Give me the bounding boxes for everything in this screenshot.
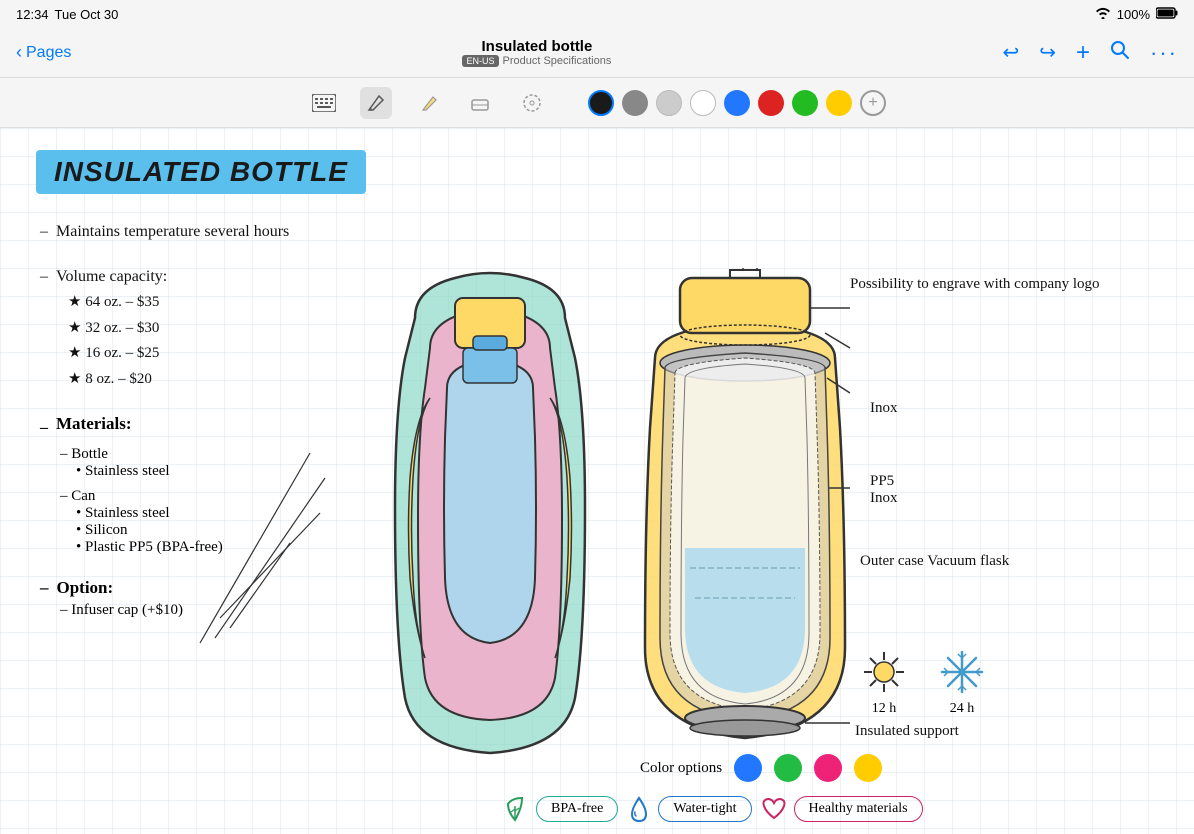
battery-icon — [1156, 7, 1178, 22]
cold-icon-group: 24 h — [938, 648, 986, 717]
lasso-tool[interactable] — [516, 87, 548, 119]
subtitle-text: Product Specifications — [503, 55, 612, 67]
temp-feature: – Maintains temperature several hours — [40, 218, 410, 245]
date: Tue Oct 30 — [55, 7, 119, 22]
lang-badge: EN-US — [462, 55, 498, 67]
status-bar: 12:34 Tue Oct 30 100% — [0, 0, 1194, 28]
color-option-pink[interactable] — [814, 754, 842, 782]
eraser-tool[interactable] — [464, 87, 496, 119]
color-gray[interactable] — [622, 90, 648, 116]
heart-icon — [760, 796, 788, 822]
drop-icon — [626, 794, 652, 824]
leaf-icon — [500, 794, 530, 824]
canvas: INSULATED BOTTLE – Maintains temperature… — [0, 128, 1194, 834]
battery-label: 100% — [1117, 7, 1150, 22]
color-options: Color options — [640, 754, 882, 782]
time: 12:34 — [16, 7, 49, 22]
hot-hours: 12 h — [860, 701, 908, 717]
bpa-label: BPA-free — [551, 801, 603, 817]
hot-icon-group: 12 h — [860, 648, 908, 717]
pp5-label: PP5 — [870, 473, 894, 489]
healthy-label: Healthy materials — [809, 801, 908, 817]
engrave-annotation: Possibility to engrave with company logo — [850, 276, 1100, 293]
materials-title: Materials: — [56, 414, 132, 434]
temp-text: Maintains temperature several hours — [56, 218, 289, 245]
outer-case-annotation: Outer case Vacuum flask — [860, 553, 1009, 570]
cross-section-diagram — [635, 268, 855, 808]
color-option-yellow[interactable] — [854, 754, 882, 782]
inox-mid-label: Inox — [870, 490, 898, 506]
document-subtitle: EN-US Product Specifications — [462, 55, 611, 67]
color-blue[interactable] — [724, 90, 750, 116]
pen-tool[interactable] — [360, 87, 392, 119]
nav-bar: ‹ Pages Insulated bottle EN-US Product S… — [0, 28, 1194, 78]
color-red[interactable] — [758, 90, 784, 116]
inox-top-annotation: Inox — [870, 400, 898, 417]
bottom-badges: BPA-free Water-tight Healthy materials — [500, 794, 923, 824]
bottle-sketch — [355, 258, 625, 808]
color-white[interactable] — [690, 90, 716, 116]
water-badge-group: Water-tight — [626, 794, 751, 824]
healthy-badge: Healthy materials — [794, 796, 923, 822]
redo-button[interactable]: ↪ — [1039, 40, 1056, 65]
add-color-button[interactable]: + — [860, 90, 886, 116]
bpa-badge: BPA-free — [536, 796, 618, 822]
more-button[interactable]: ··· — [1150, 40, 1178, 66]
water-label: Water-tight — [673, 801, 736, 817]
sun-icon — [860, 648, 908, 696]
healthy-badge-group: Healthy materials — [760, 796, 923, 822]
back-label: Pages — [26, 44, 71, 62]
chevron-left-icon: ‹ — [16, 42, 22, 63]
search-button[interactable] — [1110, 40, 1130, 66]
temp-icons: 12 h 24 h — [860, 648, 986, 717]
insulated-support-annotation: Insulated support — [855, 723, 959, 740]
highlighter-tool[interactable] — [412, 87, 444, 119]
cold-hours: 24 h — [938, 701, 986, 717]
color-yellow[interactable] — [826, 90, 852, 116]
color-black[interactable] — [588, 90, 614, 116]
back-button[interactable]: ‹ Pages — [16, 42, 71, 63]
color-options-label: Color options — [640, 760, 722, 777]
wifi-icon — [1095, 7, 1111, 22]
page-title: INSULATED BOTTLE — [54, 156, 348, 187]
color-lightgray[interactable] — [656, 90, 682, 116]
document-title: Insulated bottle — [462, 38, 611, 55]
snowflake-icon — [938, 648, 986, 696]
color-palette: + — [588, 90, 886, 116]
bpa-badge-group: BPA-free — [500, 794, 618, 824]
color-option-green[interactable] — [774, 754, 802, 782]
toolbar: + — [0, 78, 1194, 128]
keyboard-tool[interactable] — [308, 87, 340, 119]
undo-button[interactable]: ↩ — [1002, 40, 1019, 65]
pp5-annotation: PP5 Inox — [870, 473, 898, 507]
option-title: Option: — [57, 578, 114, 598]
color-option-blue[interactable] — [734, 754, 762, 782]
color-green[interactable] — [792, 90, 818, 116]
add-button[interactable]: + — [1076, 39, 1090, 67]
water-badge: Water-tight — [658, 796, 751, 822]
title-block: INSULATED BOTTLE — [36, 150, 366, 194]
volume-title: Volume capacity: — [56, 263, 167, 290]
